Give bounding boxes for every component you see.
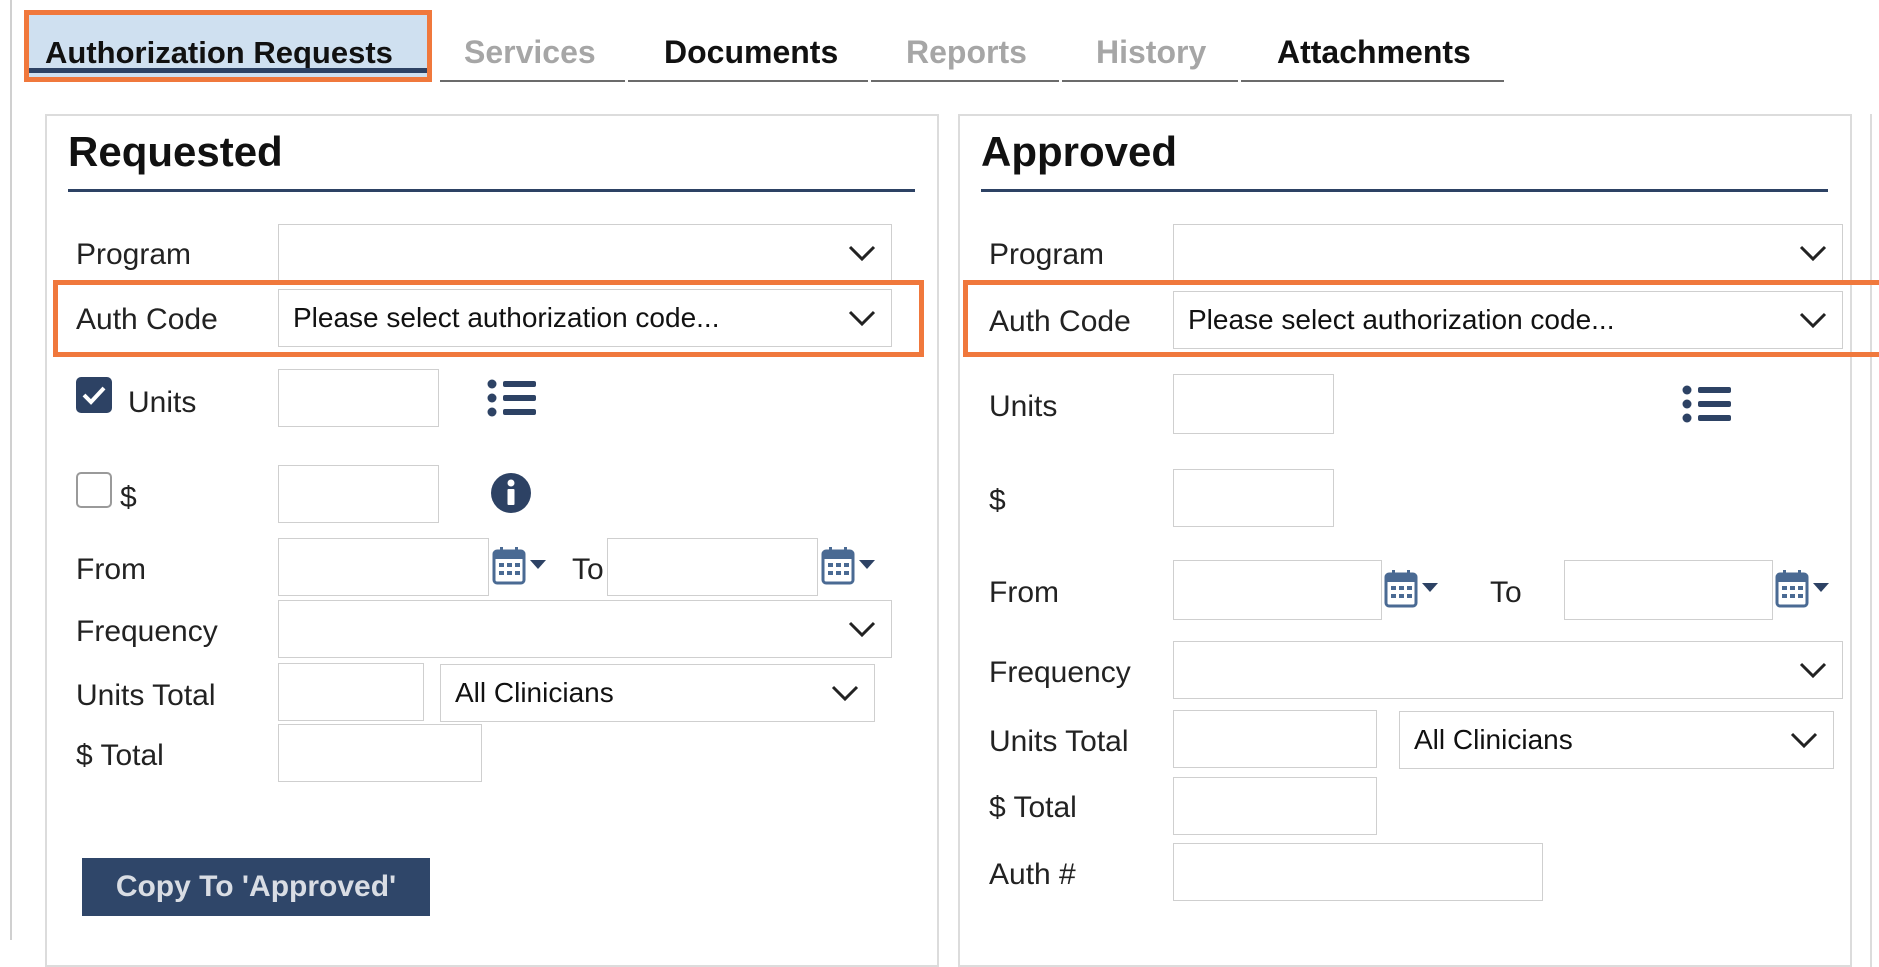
chevron-down-icon	[1790, 732, 1818, 749]
list-icon[interactable]	[486, 378, 538, 418]
approved-from-label: From	[989, 576, 1059, 609]
tab-history[interactable]: History	[1096, 34, 1206, 71]
requested-from-date-input[interactable]	[278, 538, 489, 596]
copy-to-approved-button[interactable]: Copy To 'Approved'	[82, 858, 430, 916]
tab-authorization-requests[interactable]: Authorization Requests	[24, 10, 432, 82]
requested-program-select[interactable]	[278, 224, 892, 282]
requested-auth-code-select[interactable]: Please select authorization code...	[278, 289, 892, 347]
info-icon[interactable]	[490, 472, 532, 514]
approved-title: Approved	[981, 128, 1178, 175]
approved-title-rule	[981, 189, 1828, 192]
approved-auth-code-select[interactable]: Please select authorization code...	[1173, 291, 1843, 349]
approved-clinicians-select[interactable]: All Clinicians	[1399, 711, 1834, 769]
calendar-icon[interactable]	[1384, 569, 1442, 609]
requested-from-label: From	[76, 553, 146, 586]
list-icon[interactable]	[1681, 384, 1733, 424]
approved-frequency-select[interactable]	[1173, 641, 1843, 699]
approved-auth-number-input[interactable]	[1173, 843, 1543, 901]
chevron-down-icon	[1799, 312, 1827, 329]
requested-units-label: Units	[128, 386, 197, 419]
requested-dollar-input[interactable]	[278, 465, 439, 523]
calendar-icon[interactable]	[1775, 569, 1833, 609]
approved-auth-code-value: Please select authorization code...	[1188, 304, 1615, 335]
requested-clinicians-value: All Clinicians	[455, 677, 614, 708]
approved-dollar-label: $	[989, 484, 1006, 517]
approved-auth-number-label: Auth #	[989, 858, 1076, 891]
approved-program-label: Program	[989, 238, 1105, 271]
approved-to-date-input[interactable]	[1564, 560, 1773, 620]
requested-auth-code-label: Auth Code	[76, 303, 218, 336]
requested-program-label: Program	[76, 238, 192, 271]
chevron-down-icon	[848, 245, 876, 262]
requested-auth-code-value: Please select authorization code...	[293, 302, 720, 333]
checkmark-icon	[82, 386, 106, 405]
approved-to-label: To	[1490, 576, 1522, 609]
tab-attachments-underline	[1241, 80, 1504, 82]
approved-dollar-total-input[interactable]	[1173, 777, 1377, 835]
chevron-down-icon	[848, 310, 876, 327]
window-edge	[10, 0, 12, 940]
requested-dollar-label: $	[120, 481, 137, 514]
approved-units-input[interactable]	[1173, 374, 1334, 434]
tab-attachments[interactable]: Attachments	[1277, 34, 1471, 71]
tab-reports-underline	[871, 80, 1059, 82]
approved-dollar-total-label: $ Total	[989, 791, 1077, 824]
requested-to-label: To	[572, 553, 604, 586]
requested-clinicians-select[interactable]: All Clinicians	[440, 664, 875, 722]
requested-frequency-label: Frequency	[76, 615, 218, 648]
approved-frequency-label: Frequency	[989, 656, 1131, 689]
requested-units-input[interactable]	[278, 369, 439, 427]
tab-reports[interactable]: Reports	[906, 34, 1027, 71]
active-tab-indicator	[29, 68, 427, 73]
requested-units-total-input[interactable]	[278, 663, 424, 721]
approved-program-select[interactable]	[1173, 224, 1843, 282]
approved-units-total-label: Units Total	[989, 725, 1129, 758]
next-panel-edge	[1870, 114, 1879, 967]
tab-history-underline	[1062, 80, 1238, 82]
chevron-down-icon	[1799, 662, 1827, 679]
chevron-down-icon	[1799, 245, 1827, 262]
requested-dollar-total-input[interactable]	[278, 724, 482, 782]
tab-services[interactable]: Services	[464, 34, 596, 71]
calendar-icon[interactable]	[492, 546, 550, 586]
calendar-icon[interactable]	[821, 546, 879, 586]
approved-dollar-input[interactable]	[1173, 469, 1334, 527]
approved-clinicians-value: All Clinicians	[1414, 724, 1573, 755]
requested-units-checkbox[interactable]	[76, 377, 112, 413]
approved-from-date-input[interactable]	[1173, 560, 1382, 620]
requested-dollar-checkbox[interactable]	[76, 472, 112, 508]
requested-title-rule	[68, 189, 915, 192]
tab-services-underline	[440, 80, 625, 82]
chevron-down-icon	[848, 621, 876, 638]
requested-to-date-input[interactable]	[607, 538, 818, 596]
requested-title: Requested	[68, 128, 283, 175]
tab-authorization-requests-label: Authorization Requests	[45, 35, 393, 70]
tab-documents-underline	[628, 80, 868, 82]
tab-documents[interactable]: Documents	[664, 34, 838, 71]
approved-auth-code-label: Auth Code	[989, 305, 1131, 338]
chevron-down-icon	[831, 685, 859, 702]
requested-dollar-total-label: $ Total	[76, 739, 164, 772]
approved-units-label: Units	[989, 390, 1058, 423]
requested-frequency-select[interactable]	[278, 600, 892, 658]
requested-units-total-label: Units Total	[76, 679, 216, 712]
approved-units-total-input[interactable]	[1173, 710, 1377, 768]
